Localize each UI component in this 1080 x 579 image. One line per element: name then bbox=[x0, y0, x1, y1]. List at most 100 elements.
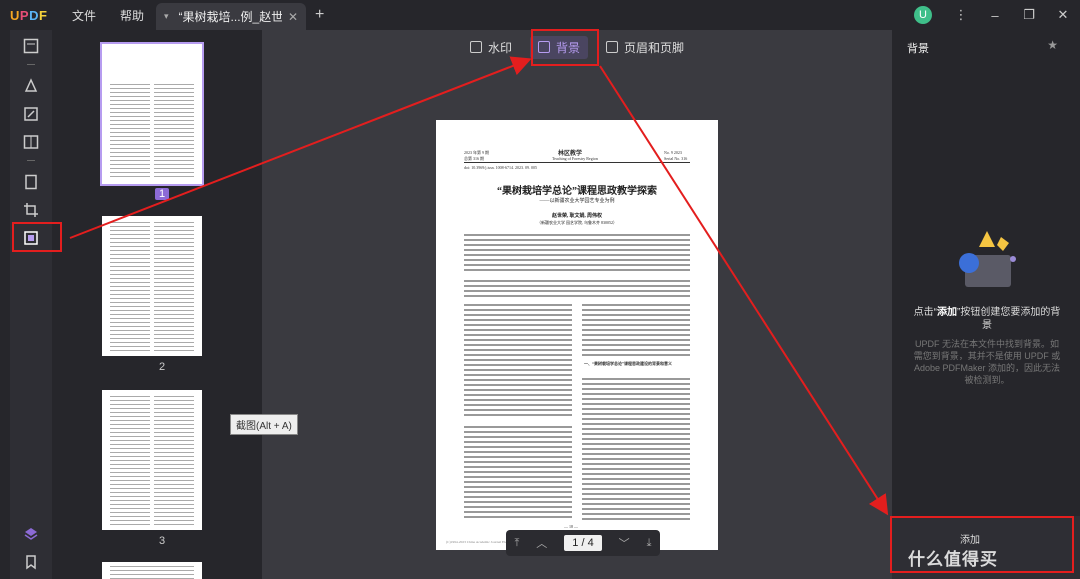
bookmark-icon[interactable] bbox=[21, 552, 41, 572]
text-line bbox=[464, 344, 572, 346]
text-line bbox=[110, 270, 150, 271]
watermark-button[interactable]: 水印 bbox=[462, 36, 520, 59]
text-line bbox=[464, 295, 690, 297]
text-line bbox=[110, 520, 150, 521]
more-icon[interactable]: ⋮ bbox=[944, 7, 978, 23]
text-line bbox=[154, 400, 194, 401]
text-line bbox=[582, 433, 690, 435]
text-line bbox=[110, 226, 150, 227]
text-line bbox=[154, 416, 194, 417]
header-right: No. 9 2023 bbox=[664, 150, 682, 155]
text-line bbox=[154, 408, 194, 409]
edit-icon[interactable] bbox=[21, 104, 41, 124]
last-page-icon[interactable]: ⤓ bbox=[647, 537, 652, 550]
text-line bbox=[582, 349, 690, 351]
text-line bbox=[154, 310, 194, 311]
text-line bbox=[110, 412, 150, 413]
text-line bbox=[110, 432, 150, 433]
text-line bbox=[110, 238, 150, 239]
text-line bbox=[154, 222, 194, 223]
text-line bbox=[154, 108, 194, 109]
thumbnail-page-2[interactable] bbox=[102, 216, 202, 356]
reader-icon[interactable] bbox=[21, 36, 41, 56]
text-line bbox=[464, 389, 572, 391]
text-line bbox=[154, 156, 194, 157]
text-line bbox=[154, 338, 194, 339]
text-line bbox=[154, 404, 194, 405]
text-line bbox=[154, 274, 194, 275]
layers-icon[interactable] bbox=[21, 524, 41, 544]
text-line bbox=[154, 480, 194, 481]
text-line bbox=[464, 426, 572, 428]
text-line bbox=[154, 322, 194, 323]
add-tab-icon[interactable]: + bbox=[315, 6, 324, 24]
text-line bbox=[582, 324, 690, 326]
text-line bbox=[464, 290, 690, 292]
text-line bbox=[110, 488, 150, 489]
text-line bbox=[110, 168, 150, 169]
text-line bbox=[154, 144, 194, 145]
menu-help[interactable]: 帮助 bbox=[108, 7, 156, 24]
maximize-icon[interactable]: ❐ bbox=[1012, 7, 1046, 23]
text-line bbox=[154, 512, 194, 513]
text-line bbox=[110, 334, 150, 335]
avatar[interactable]: U bbox=[914, 6, 932, 24]
text-line bbox=[110, 290, 150, 291]
text-line bbox=[110, 286, 150, 287]
text-line bbox=[582, 408, 690, 410]
text-line bbox=[582, 463, 690, 465]
text-line bbox=[154, 496, 194, 497]
comment-icon[interactable] bbox=[21, 76, 41, 96]
thumbnail-page-1[interactable] bbox=[100, 42, 204, 186]
text-line bbox=[154, 266, 194, 267]
text-line bbox=[582, 339, 690, 341]
text-line bbox=[582, 354, 690, 356]
prev-page-icon[interactable]: ︿ bbox=[536, 535, 547, 551]
text-line bbox=[154, 444, 194, 445]
text-line bbox=[110, 326, 150, 327]
text-line bbox=[464, 466, 572, 468]
text-line bbox=[154, 112, 194, 113]
text-line bbox=[464, 506, 572, 508]
text-line bbox=[154, 472, 194, 473]
document-tab[interactable]: ▾ “果树栽培...例_赵世荣 ✕ bbox=[156, 3, 306, 30]
first-page-icon[interactable]: ⤒ bbox=[514, 537, 519, 550]
text-line bbox=[582, 498, 690, 500]
tab-dropdown-icon[interactable]: ▾ bbox=[164, 11, 169, 22]
text-line bbox=[110, 512, 150, 513]
text-line bbox=[154, 298, 194, 299]
text-line bbox=[464, 334, 572, 336]
text-line bbox=[154, 334, 194, 335]
text-line bbox=[154, 226, 194, 227]
text-line bbox=[154, 326, 194, 327]
text-line bbox=[154, 448, 194, 449]
page-number-input[interactable]: 1 / 4 bbox=[564, 535, 602, 551]
text-line bbox=[154, 282, 194, 283]
text-line bbox=[582, 493, 690, 495]
thumbnail-page-4[interactable] bbox=[102, 562, 202, 579]
text-line bbox=[110, 476, 150, 477]
organize-pages-icon[interactable] bbox=[21, 172, 41, 192]
text-line bbox=[154, 104, 194, 105]
minimize-icon[interactable]: – bbox=[978, 8, 1012, 23]
close-icon[interactable]: ✕ bbox=[288, 10, 298, 24]
text-line bbox=[464, 496, 572, 498]
text-line bbox=[110, 172, 150, 173]
page-marker: — 18 — bbox=[564, 524, 578, 529]
text-line bbox=[110, 570, 194, 571]
text-line bbox=[110, 306, 150, 307]
text-line bbox=[464, 280, 690, 282]
text-line bbox=[110, 484, 150, 485]
star-icon[interactable]: ★ bbox=[1047, 38, 1058, 52]
window-close-icon[interactable]: ✕ bbox=[1046, 7, 1080, 23]
header-footer-button[interactable]: 页眉和页脚 bbox=[598, 36, 692, 59]
text-line bbox=[110, 516, 150, 517]
menu-file[interactable]: 文件 bbox=[60, 7, 108, 24]
form-icon[interactable] bbox=[21, 132, 41, 152]
thumbnail-page-3[interactable] bbox=[102, 390, 202, 530]
crop-icon[interactable] bbox=[21, 200, 41, 220]
text-line bbox=[110, 258, 150, 259]
next-page-icon[interactable]: ﹀ bbox=[619, 535, 630, 551]
text-line bbox=[110, 342, 150, 343]
text-line bbox=[110, 152, 150, 153]
